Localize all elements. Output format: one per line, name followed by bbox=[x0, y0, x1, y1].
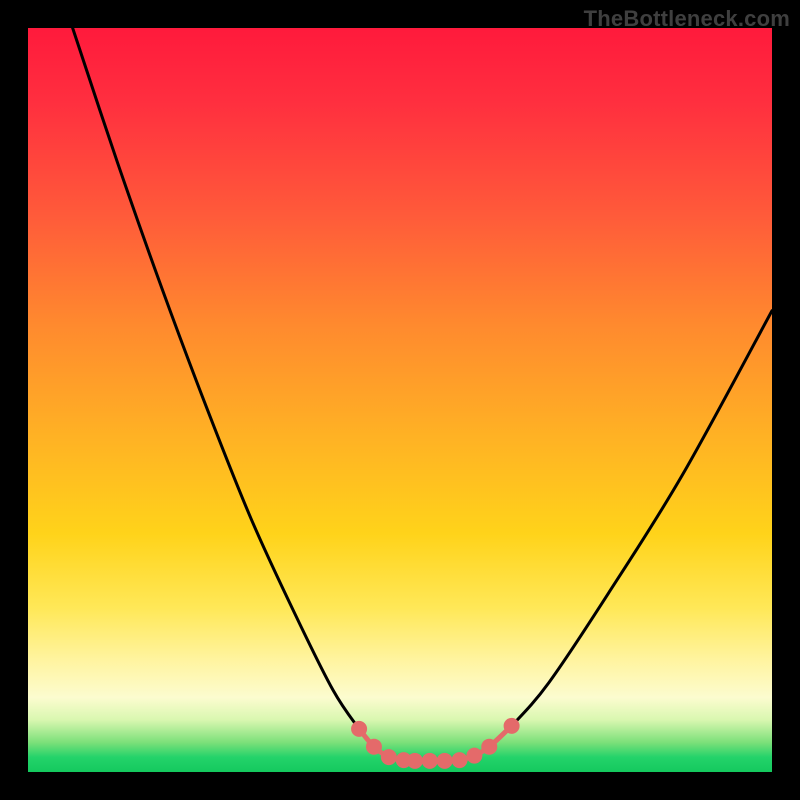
valley-marker bbox=[366, 739, 382, 755]
curve-layer bbox=[28, 28, 772, 772]
valley-marker bbox=[381, 749, 397, 765]
valley-marker bbox=[351, 721, 367, 737]
curve-left-branch bbox=[73, 28, 404, 760]
valley-marker bbox=[481, 739, 497, 755]
valley-marker bbox=[407, 753, 423, 769]
watermark-text: TheBottleneck.com bbox=[584, 6, 790, 32]
curve-right-branch bbox=[460, 311, 772, 760]
chart-frame: TheBottleneck.com bbox=[0, 0, 800, 800]
valley-marker bbox=[452, 752, 468, 768]
valley-marker bbox=[437, 753, 453, 769]
gradient-plot-area bbox=[28, 28, 772, 772]
valley-marker bbox=[466, 748, 482, 764]
valley-marker bbox=[504, 718, 520, 734]
valley-marker bbox=[422, 753, 438, 769]
